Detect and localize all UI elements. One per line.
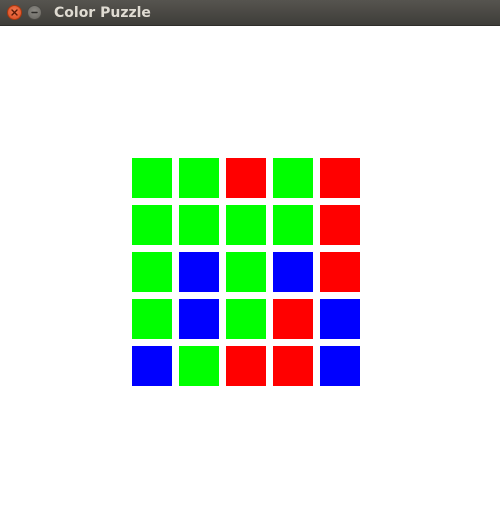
puzzle-cell-green[interactable] xyxy=(273,158,313,198)
minimize-button[interactable] xyxy=(27,5,42,20)
puzzle-cell-blue[interactable] xyxy=(179,299,219,339)
minimize-icon xyxy=(31,11,38,14)
puzzle-cell-green[interactable] xyxy=(132,158,172,198)
close-icon xyxy=(11,9,18,16)
puzzle-cell-red[interactable] xyxy=(273,346,313,386)
puzzle-cell-blue[interactable] xyxy=(320,346,360,386)
puzzle-cell-green[interactable] xyxy=(132,205,172,245)
puzzle-cell-green[interactable] xyxy=(226,205,266,245)
puzzle-cell-red[interactable] xyxy=(226,158,266,198)
app-window: Color Puzzle xyxy=(0,0,500,526)
puzzle-cell-red[interactable] xyxy=(320,158,360,198)
puzzle-cell-red[interactable] xyxy=(320,252,360,292)
puzzle-cell-green[interactable] xyxy=(273,205,313,245)
puzzle-cell-blue[interactable] xyxy=(179,252,219,292)
puzzle-cell-green[interactable] xyxy=(226,252,266,292)
puzzle-grid xyxy=(132,158,360,386)
puzzle-cell-blue[interactable] xyxy=(320,299,360,339)
puzzle-cell-green[interactable] xyxy=(132,299,172,339)
puzzle-cell-green[interactable] xyxy=(226,299,266,339)
puzzle-cell-blue[interactable] xyxy=(132,346,172,386)
puzzle-cell-green[interactable] xyxy=(132,252,172,292)
window-controls xyxy=(7,5,42,20)
puzzle-cell-green[interactable] xyxy=(179,346,219,386)
close-button[interactable] xyxy=(7,5,22,20)
puzzle-cell-green[interactable] xyxy=(179,205,219,245)
title-bar: Color Puzzle xyxy=(0,0,500,26)
puzzle-cell-green[interactable] xyxy=(179,158,219,198)
puzzle-cell-blue[interactable] xyxy=(273,252,313,292)
puzzle-cell-red[interactable] xyxy=(226,346,266,386)
puzzle-cell-red[interactable] xyxy=(320,205,360,245)
window-title: Color Puzzle xyxy=(54,5,151,21)
puzzle-cell-red[interactable] xyxy=(273,299,313,339)
